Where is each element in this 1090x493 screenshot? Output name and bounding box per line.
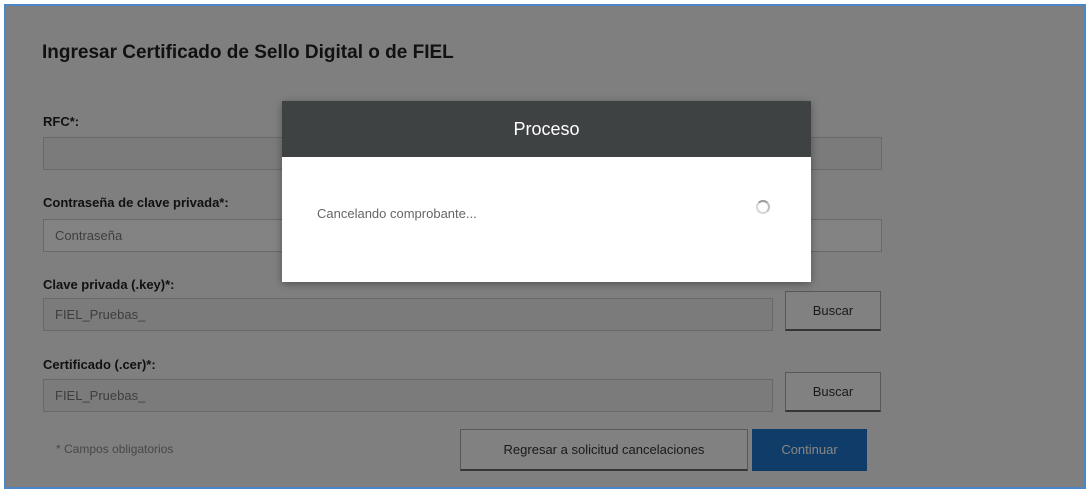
process-modal: Proceso Cancelando comprobante...: [282, 101, 811, 282]
modal-message: Cancelando comprobante...: [317, 206, 477, 221]
window-frame: Ingresar Certificado de Sello Digital o …: [4, 4, 1086, 489]
modal-title: Proceso: [282, 101, 811, 157]
loading-spinner-icon: [756, 200, 770, 214]
